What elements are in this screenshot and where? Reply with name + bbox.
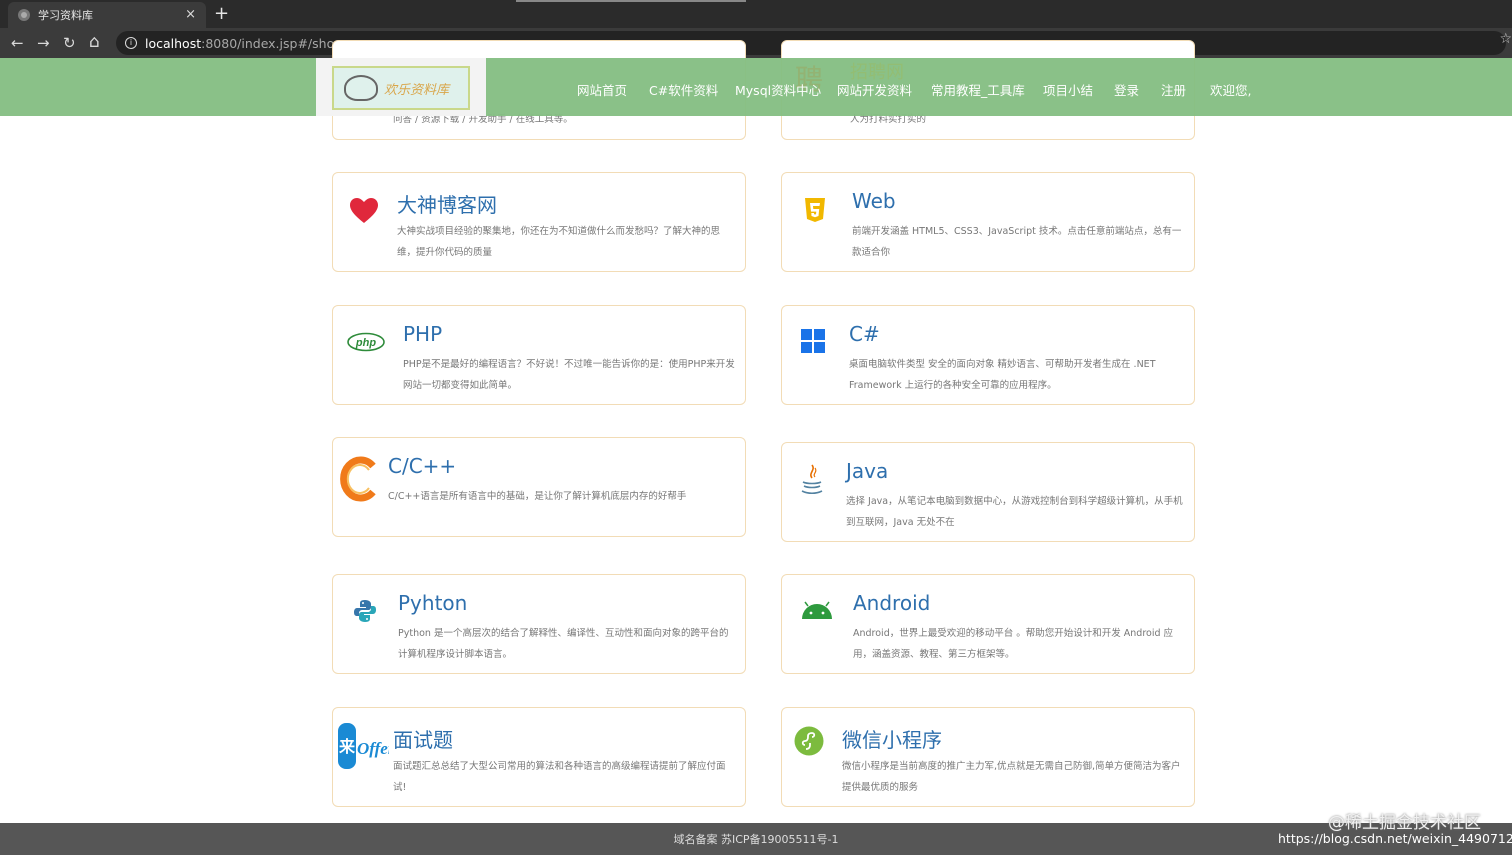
url-host: localhost <box>145 35 202 51</box>
windows-icon <box>801 329 825 353</box>
card-desc: 桌面电脑软件类型 安全的面向对象 精妙语言、可帮助开发者生成在 .NET Fra… <box>849 359 1156 391</box>
card-title: Android <box>853 591 931 615</box>
card-desc: PHP是不是最好的编程语言？不好说！不过唯一能告诉你的是：使用PHP来开发网站一… <box>403 359 735 391</box>
miniprogram-icon <box>794 726 824 756</box>
nav-mysql[interactable]: Mysql资料中心 <box>735 80 821 99</box>
nav-tools[interactable]: 常用教程_工具库 <box>931 80 1025 99</box>
python-icon <box>354 600 376 622</box>
card-python[interactable]: Pyhton Python 是一个高层次的结合了解释性、编译性、互动性和面向对象… <box>332 574 746 674</box>
card-title: C/C++ <box>388 454 457 478</box>
watermark-juejin: @稀土掘金技术社区 <box>1328 813 1481 833</box>
reload-icon[interactable]: ↻ <box>63 34 76 52</box>
card-title: 面试题 <box>393 728 453 752</box>
watermark-csdn: https://blog.csdn.net/weixin_44907128 <box>1278 831 1512 846</box>
c-language-icon <box>340 456 376 502</box>
card-android[interactable]: Android Android，世界上最受欢迎的移动平台 。帮助您开始设计和开发… <box>781 574 1195 674</box>
card-miniprogram[interactable]: 微信小程序 微信小程序是当前高度的推广主力军,优点就是无需自己防御,简单方便简洁… <box>781 707 1195 807</box>
card-title: Java <box>846 459 889 483</box>
card-java[interactable]: Java 选择 Java，从笔记本电脑到数据中心，从游戏控制台到科学超级计算机，… <box>781 442 1195 542</box>
card-desc: Python 是一个高层次的结合了解释性、编译性、互动性和面向对象的跨平台的计算… <box>398 628 729 660</box>
nav-home[interactable]: 网站首页 <box>577 80 627 99</box>
globe-icon <box>18 9 30 21</box>
back-icon[interactable]: ← <box>11 34 24 52</box>
card-interview[interactable]: 来 Offer 面试题 面试题汇总总结了大型公司常用的算法和各种语言的高级编程请… <box>332 707 746 807</box>
card-title: 大神博客网 <box>397 193 497 217</box>
nav-welcome: 欢迎您, <box>1210 83 1252 98</box>
svg-text:Offer: Offer <box>357 739 389 758</box>
card-desc: C/C++语言是所有语言中的基础，是让你了解计算机底层内存的好帮手 <box>388 491 687 502</box>
html5-icon <box>805 198 825 222</box>
home-icon[interactable]: ⌂ <box>89 32 100 52</box>
tab-title: 学习资料库 <box>38 9 93 22</box>
browser-toolbar: ← → ↻ ⌂ i localhost:8080/index.jsp#/shou… <box>0 28 1512 58</box>
new-tab-icon[interactable]: + <box>214 3 229 24</box>
card-desc: 选择 Java，从笔记本电脑到数据中心，从游戏控制台到科学超级计算机，从手机到互… <box>846 496 1183 528</box>
card-title: C# <box>849 322 880 346</box>
logo-badge: 欢乐资料库 <box>332 66 470 110</box>
site-logo[interactable]: 欢乐资料库 <box>316 58 486 116</box>
svg-text:来: 来 <box>338 737 356 756</box>
java-icon <box>801 464 823 495</box>
card-desc: Android，世界上最受欢迎的移动平台 。帮助您开始设计和开发 Android… <box>853 628 1174 660</box>
card-web[interactable]: Web 前端开发涵盖 HTML5、CSS3、JavaScript 技术。点击任意… <box>781 172 1195 272</box>
offer-icon: 来 Offer <box>338 723 389 769</box>
svg-text:php: php <box>355 337 376 349</box>
android-icon <box>802 601 832 619</box>
browser-tab[interactable]: 学习资料库 × <box>8 2 206 28</box>
card-title: 微信小程序 <box>842 728 942 752</box>
card-title: Pyhton <box>398 591 468 615</box>
heart-icon <box>350 198 378 223</box>
nav-webdev[interactable]: 网站开发资料 <box>837 80 912 99</box>
forward-icon[interactable]: → <box>37 34 50 52</box>
tab-close-icon[interactable]: × <box>185 7 196 22</box>
browser-tab-bar: 学习资料库 × + <box>0 0 1512 28</box>
card-php[interactable]: php PHP PHP是不是最好的编程语言？不好说！不过唯一能告诉你的是：使用P… <box>332 305 746 405</box>
site-header: 欢乐资料库 聘 招聘网 网站首页 C#软件资料 Mysql资料中心 网站开发资料… <box>0 58 1512 116</box>
info-icon[interactable]: i <box>125 37 137 49</box>
top-divider <box>516 0 746 2</box>
card-title: Web <box>852 189 896 213</box>
card-csharp[interactable]: C# 桌面电脑软件类型 安全的面向对象 精妙语言、可帮助开发者生成在 .NET … <box>781 305 1195 405</box>
nav-register[interactable]: 注册 <box>1161 80 1186 99</box>
card-blog[interactable]: 大神博客网 大神实战项目经验的聚集地，你还在为不知道做什么而发愁吗？了解大神的思… <box>332 172 746 272</box>
card-desc: 微信小程序是当前高度的推广主力军,优点就是无需自己防御,简单方便简洁为客户提供最… <box>842 761 1181 793</box>
logo-mascot-icon <box>344 75 378 101</box>
card-desc: 前端开发涵盖 HTML5、CSS3、JavaScript 技术。点击任意前端站点… <box>852 226 1182 258</box>
bookmark-star-icon[interactable]: ☆ <box>1499 31 1512 47</box>
card-desc: 面试题汇总总结了大型公司常用的算法和各种语言的高级编程请提前了解应付面试! <box>393 761 726 793</box>
card-cpp[interactable]: C/C++ C/C++语言是所有语言中的基础，是让你了解计算机底层内存的好帮手 <box>332 437 746 537</box>
nav-login[interactable]: 登录 <box>1114 80 1139 99</box>
card-title: PHP <box>403 322 443 346</box>
logo-text: 欢乐资料库 <box>384 82 450 98</box>
nav-projects[interactable]: 项目小结 <box>1043 80 1093 99</box>
card-desc: 大神实战项目经验的聚集地，你还在为不知道做什么而发愁吗？了解大神的思维，提升你代… <box>397 226 721 258</box>
php-icon: php <box>347 332 385 352</box>
nav-csharp[interactable]: C#软件资料 <box>649 80 718 99</box>
